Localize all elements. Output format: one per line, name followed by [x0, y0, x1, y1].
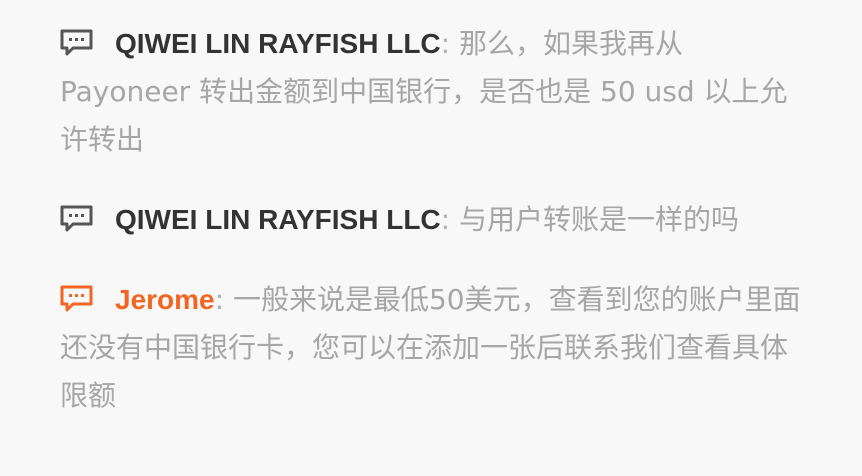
author-separator: : — [440, 27, 459, 60]
chat-bubble-icon — [60, 285, 93, 312]
chat-bubble-icon — [60, 205, 93, 232]
message-author: Jerome — [115, 284, 215, 315]
message-author: QIWEI LIN RAYFISH LLC — [115, 204, 441, 235]
chat-bubble-icon — [60, 29, 93, 56]
message-author: QIWEI LIN RAYFISH LLC — [115, 28, 441, 59]
chat-transcript: QIWEI LIN RAYFISH LLC: 那么，如果我再从 Payoneer… — [0, 0, 862, 476]
author-separator: : — [440, 203, 459, 236]
chat-message: QIWEI LIN RAYFISH LLC: 那么，如果我再从 Payoneer… — [60, 20, 802, 164]
author-separator: : — [214, 283, 233, 316]
chat-message: QIWEI LIN RAYFISH LLC: 与用户转账是一样的吗 — [60, 196, 802, 244]
message-text: 与用户转账是一样的吗 — [458, 203, 739, 236]
chat-message: Jerome: 一般来说是最低50美元，查看到您的账户里面还没有中国银行卡，您可… — [60, 276, 802, 420]
